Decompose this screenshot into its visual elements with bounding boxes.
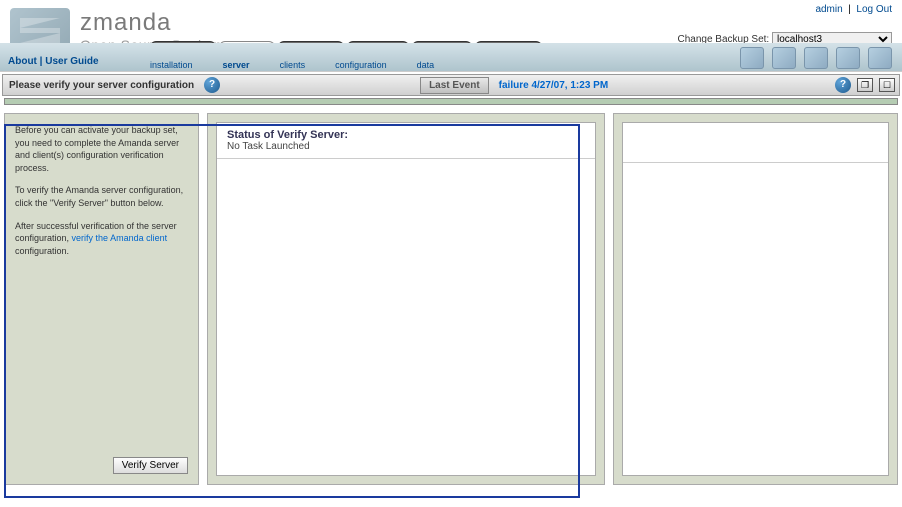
status-panel: Status of Verify Server: No Task Launche… [207,113,605,485]
content: Before you can activate your backup set,… [0,109,902,489]
right-panel-bar [623,123,888,163]
icon-tray [740,47,892,69]
nav-row: About | User Guide installation server c… [0,43,902,71]
help-icon[interactable]: ? [204,77,220,93]
verify-client-link[interactable]: verify the Amanda client [72,233,168,243]
info-p2: To verify the Amanda server configuratio… [15,184,188,209]
top-links: admin | Log Out [815,4,892,15]
brand-name: zmanda [80,9,222,37]
subtab-installation[interactable]: installation [150,60,193,70]
cart-icon[interactable] [740,47,764,69]
logout-link[interactable]: Log Out [856,4,892,15]
subtab-data[interactable]: data [417,60,435,70]
verify-server-button[interactable]: Verify Server [113,457,188,474]
progress-strip [4,98,898,105]
window-restore-icon[interactable]: ❐ [857,78,873,92]
info-p3: After successful verification of the ser… [15,220,188,258]
status-box-title: Status of Verify Server: [227,129,585,141]
status-box-head: Status of Verify Server: No Task Launche… [217,123,595,159]
status-title: Please verify your server configuration [9,80,194,91]
status-box-sub: No Task Launched [227,141,585,152]
about-link[interactable]: About | User Guide [0,52,107,71]
window-maximize-icon[interactable]: ☐ [879,78,895,92]
info-panel: Before you can activate your backup set,… [4,113,199,485]
sub-tabs: installation server clients configuratio… [150,60,434,71]
header: zmanda Open Source Backup admin | Log Ou… [0,0,902,72]
right-panel-inner [622,122,889,476]
chat-icon[interactable] [804,47,828,69]
status-box: Status of Verify Server: No Task Launche… [216,122,596,476]
last-event-value: failure 4/27/07, 1:23 PM [495,80,609,91]
help-icon-right[interactable]: ? [835,77,851,93]
admin-link[interactable]: admin [815,4,842,15]
right-panel [613,113,898,485]
globe-icon[interactable] [836,47,860,69]
info-p1: Before you can activate your backup set,… [15,124,188,174]
subtab-clients[interactable]: clients [280,60,306,70]
subtab-server[interactable]: server [223,60,250,70]
notes-icon[interactable] [772,47,796,69]
subtab-configuration[interactable]: configuration [335,60,387,70]
status-bar: Please verify your server configuration … [2,74,900,96]
home-icon[interactable] [868,47,892,69]
last-event-label: Last Event [420,77,489,94]
